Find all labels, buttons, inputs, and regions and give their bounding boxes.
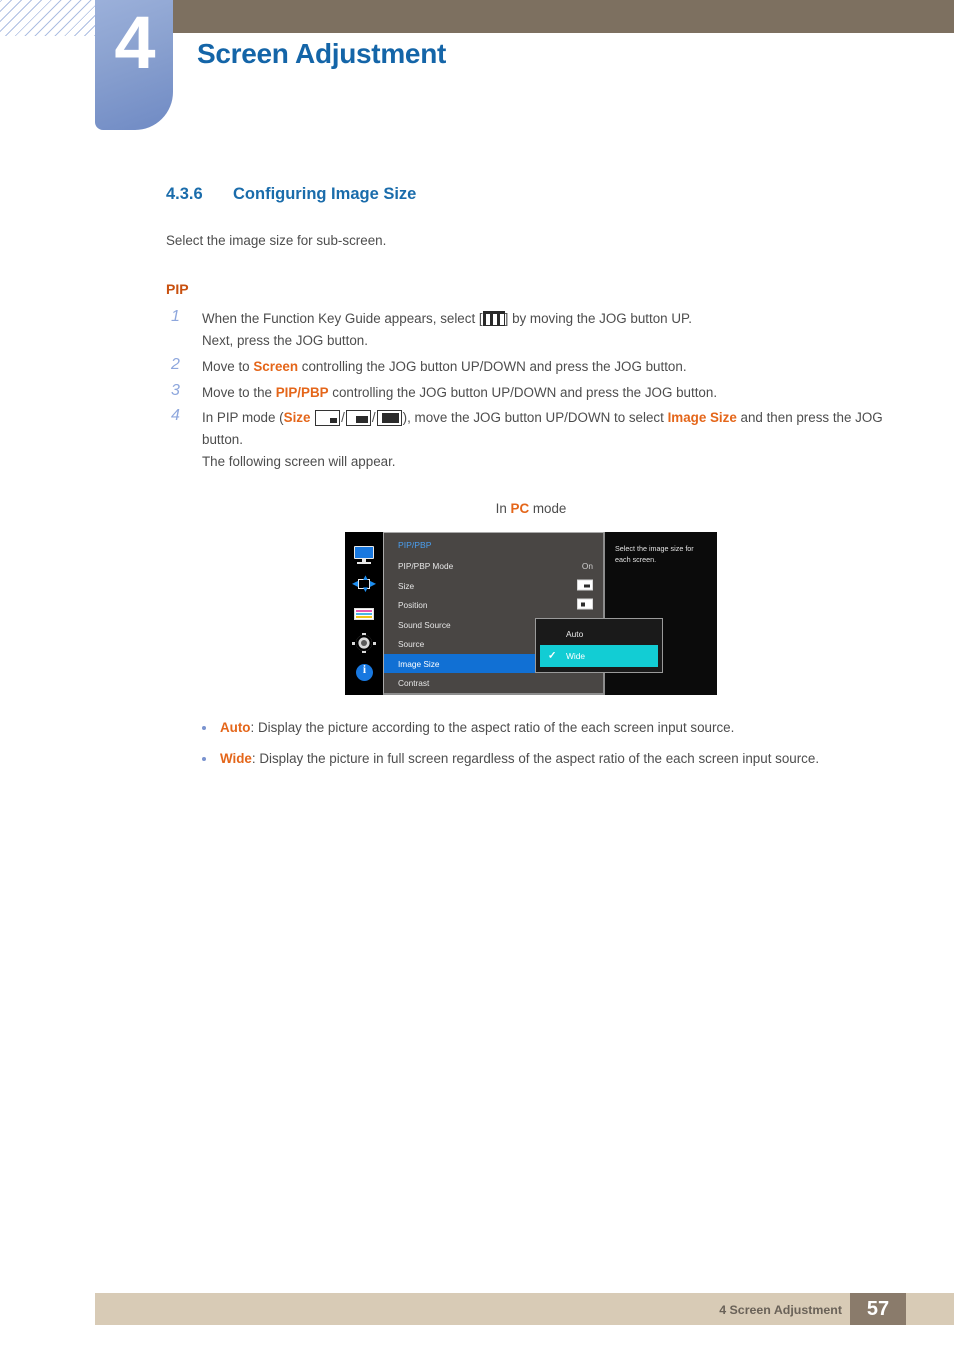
osd-menu-panel: PIP/PBP PIP/PBP Mode On Size Position So… (383, 532, 663, 696)
chapter-number: 4 (114, 1, 155, 84)
step-2-pre: Move to (202, 358, 254, 374)
caption-pre: In (495, 501, 511, 517)
step-list: 1 When the Function Key Guide appears, s… (166, 308, 896, 472)
osd-row-position[interactable]: Position (384, 595, 603, 615)
list-item: Auto: Display the picture according to t… (166, 717, 896, 739)
osd-row-label: Contrast (398, 678, 430, 689)
chapter-tab: 4 (95, 0, 173, 130)
step-marker: 4 (171, 407, 180, 425)
list-item: Wide: Display the picture in full screen… (166, 748, 896, 770)
dropdown-option-wide[interactable]: ✓ Wide (540, 645, 658, 668)
chapter-header-bar (173, 0, 954, 33)
step-item: 1 When the Function Key Guide appears, s… (166, 308, 896, 351)
step-marker: 1 (171, 308, 180, 326)
step-4-mid: ), move the JOG button UP/DOWN to select (402, 410, 668, 426)
step-2-post: controlling the JOG button UP/DOWN and p… (298, 358, 687, 374)
osd-row-contrast[interactable]: Contrast (384, 673, 603, 693)
step-4-pre: In PIP mode ( (202, 410, 284, 426)
step-4-keyword-2: Image Size (667, 410, 737, 426)
sep-1: / (341, 410, 345, 426)
size-large-icon (376, 410, 402, 427)
osd-row-label: Source (398, 639, 425, 650)
osd-dropdown-image-size: Auto ✓ Wide (535, 618, 663, 674)
step-1-text-b: ] by moving the JOG button UP. (504, 311, 692, 327)
page-number: 57 (850, 1293, 906, 1325)
function-key-guide-icon (482, 311, 505, 327)
step-text: Move to the PIP/PBP controlling the JOG … (202, 382, 896, 404)
monitor-icon[interactable] (353, 546, 375, 564)
osd-row-label: Image Size (398, 658, 440, 669)
position-move-icon[interactable]: ▲ ▼ ◀ ▶ (352, 574, 376, 594)
osd-menu: ▲ ▼ ◀ ▶ i PIP/PBP PIP/PBP Mode On Size P… (345, 532, 717, 696)
dropdown-option-label: Auto (566, 629, 584, 640)
sep-2: / (371, 410, 376, 426)
osd-sidebar: ▲ ▼ ◀ ▶ i (345, 532, 383, 696)
step-item: 2 Move to Screen controlling the JOG but… (166, 356, 896, 378)
osd-caption: In PC mode (166, 501, 896, 516)
step-item: 4 In PIP mode (Size / / ), move the JOG bu… (166, 407, 896, 472)
section-title: Configuring Image Size (233, 185, 417, 203)
osd-hint-text: Select the image size for each screen. (615, 544, 694, 564)
osd-row-value-icon (577, 579, 593, 592)
chapter-title: Screen Adjustment (197, 38, 447, 69)
gear-icon[interactable] (352, 633, 376, 654)
osd-row-value-icon (577, 598, 593, 612)
page-content: 4.3.6 Configuring Image Size Select the i… (166, 185, 896, 779)
osd-row-label: PIP/PBP Mode (398, 561, 454, 572)
bullet-term: Wide (220, 751, 252, 767)
section-number: 4.3.6 (166, 185, 203, 203)
step-3-post: controlling the JOG button UP/DOWN and p… (328, 384, 718, 400)
osd-row-pip-pbp-mode[interactable]: PIP/PBP Mode On (384, 556, 603, 576)
step-3-keyword: PIP/PBP (275, 384, 329, 400)
subsection-heading: PIP (166, 281, 189, 298)
size-small-icon (315, 410, 341, 427)
bullet-dot-icon (202, 726, 206, 731)
osd-row-label: Sound Source (398, 619, 451, 630)
osd-row-image-size[interactable]: Image Size (384, 653, 548, 674)
step-2-keyword: Screen (253, 358, 299, 374)
step-text: In PIP mode (Size / / ), move the JOG butt… (202, 407, 896, 450)
step-1-line2: Next, press the JOG button. (202, 333, 368, 349)
step-marker: 2 (171, 355, 180, 373)
bullet-desc: : Display the picture according to the a… (250, 720, 735, 736)
color-bars-icon[interactable] (353, 605, 375, 623)
step-marker: 3 (171, 381, 180, 399)
caption-post: mode (529, 501, 567, 517)
osd-row-size[interactable]: Size (384, 576, 603, 596)
footer-chapter-label: 4 Screen Adjustment (719, 1303, 842, 1317)
step-3-pre: Move to the (202, 384, 276, 400)
section-heading: 4.3.6 Configuring Image Size (166, 185, 896, 204)
info-icon[interactable]: i (353, 663, 375, 682)
step-item: 3 Move to the PIP/PBP controlling the JO… (166, 382, 896, 404)
osd-row-label: Size (398, 580, 415, 591)
check-icon: ✓ (548, 650, 557, 662)
bullet-desc: : Display the picture in full screen reg… (251, 751, 820, 767)
osd-row-label: Position (398, 600, 428, 611)
size-medium-icon (345, 410, 371, 427)
dropdown-option-auto[interactable]: Auto (540, 623, 658, 645)
option-description-list: Auto: Display the picture according to t… (166, 717, 896, 769)
step-4-extra: The following screen will appear. (202, 453, 396, 469)
document-page: 4 Screen Adjustment 4.3.6 Configuring Ima… (0, 0, 954, 1350)
step-1-text-a: When the Function Key Guide appears, sel… (202, 311, 483, 327)
decorative-stripes (0, 0, 98, 36)
step-text: When the Function Key Guide appears, sel… (202, 308, 896, 330)
step-text: Move to Screen controlling the JOG butto… (202, 356, 896, 378)
osd-menu-title: PIP/PBP (398, 540, 432, 551)
bullet-term: Auto (220, 720, 251, 736)
step-4-keyword: Size (283, 410, 311, 426)
section-intro: Select the image size for sub-screen. (166, 233, 387, 248)
osd-screenshot-wrapper: ▲ ▼ ◀ ▶ i PIP/PBP PIP/PBP Mode On Size P… (166, 532, 896, 696)
dropdown-option-label: Wide (566, 651, 586, 662)
caption-keyword: PC (510, 501, 530, 517)
osd-row-value: On (581, 561, 593, 572)
bullet-dot-icon (202, 757, 206, 762)
